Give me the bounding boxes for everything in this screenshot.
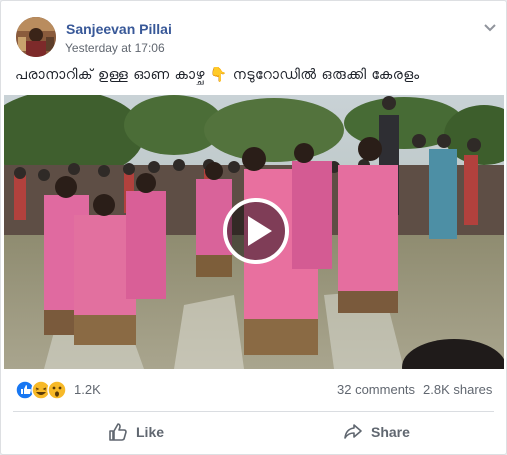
engagement-bar: 1.2K 32 comments 2.8K shares: [1, 371, 506, 409]
wow-icon: [47, 380, 67, 400]
share-arrow-icon: [344, 424, 362, 439]
post-timestamp[interactable]: Yesterday at 17:06: [65, 41, 165, 55]
like-label: Like: [136, 424, 165, 440]
post-header: Sanjeevan Pillai Yesterday at 17:06: [16, 17, 496, 61]
reaction-icons[interactable]: [15, 380, 75, 400]
shares-count[interactable]: 2.8K shares: [423, 382, 492, 397]
share-button[interactable]: Share: [343, 412, 410, 452]
author-name[interactable]: Sanjeevan Pillai: [66, 21, 172, 37]
reaction-count[interactable]: 1.2K: [74, 382, 101, 397]
post-card: Sanjeevan Pillai Yesterday at 17:06 പരാന…: [0, 0, 507, 455]
comments-count[interactable]: 32 comments: [337, 382, 415, 397]
video-player[interactable]: [4, 95, 504, 369]
share-label: Share: [371, 424, 410, 440]
thumbs-up-icon: [109, 423, 127, 441]
play-icon[interactable]: [223, 198, 289, 264]
avatar[interactable]: [16, 17, 56, 57]
like-button[interactable]: Like: [108, 412, 164, 452]
action-bar: Like Share: [1, 412, 506, 454]
chevron-down-icon[interactable]: [482, 19, 498, 35]
post-text: പരാനാറിക് ഉള്ള ഓണ കാഴ്ച 👇 നടുറോഡിൽ ഒരുക്…: [15, 67, 420, 83]
